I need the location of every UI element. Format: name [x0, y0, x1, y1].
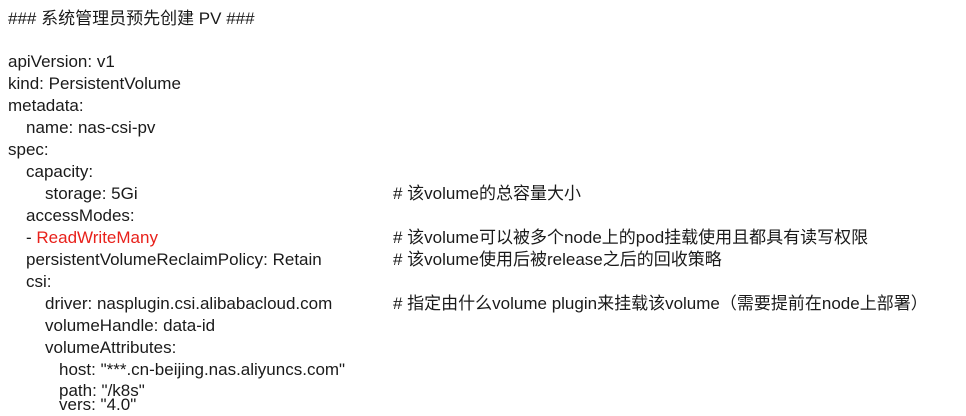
yaml-line-volumeattributes: volumeAttributes: [0, 337, 966, 358]
list-dash: - [26, 228, 37, 247]
yaml-line-kind: kind: PersistentVolume [0, 73, 966, 94]
name-text: name: nas-csi-pv [26, 118, 156, 137]
yaml-line-accessmode-item: - ReadWriteMany # 该volume可以被多个node上的pod挂… [0, 227, 966, 248]
metadata-text: metadata: [8, 96, 84, 115]
volumeattributes-text: volumeAttributes: [45, 338, 177, 357]
yaml-line-driver: driver: nasplugin.csi.alibabacloud.com #… [0, 293, 966, 314]
yaml-line-capacity: capacity: [0, 161, 966, 182]
yaml-line-accessmodes: accessModes: [0, 205, 966, 226]
accessmode-item: - ReadWriteMany [26, 227, 158, 248]
yaml-line-storage: storage: 5Gi # 该volume的总容量大小 [0, 183, 966, 204]
driver-comment: # 指定由什么volume plugin来挂载该volume（需要提前在node… [393, 294, 928, 313]
yaml-line-reclaim-policy: persistentVolumeReclaimPolicy: Retain # … [0, 249, 966, 270]
yaml-line-apiversion: apiVersion: v1 [0, 51, 966, 72]
vers-text: vers: "4.0" [59, 395, 137, 414]
yaml-line-vers: vers: "4.0" [0, 394, 966, 415]
yaml-line-spec: spec: [0, 139, 966, 160]
yaml-line-csi: csi: [0, 271, 966, 292]
storage-comment: # 该volume的总容量大小 [393, 184, 581, 203]
yaml-line-host: host: "***.cn-beijing.nas.aliyuncs.com" [0, 359, 966, 380]
reclaim-policy-comment: # 该volume使用后被release之后的回收策略 [393, 250, 722, 269]
kind-text: kind: PersistentVolume [8, 74, 181, 93]
header-line: ### 系统管理员预先创建 PV ### [0, 8, 966, 29]
section-header: ### 系统管理员预先创建 PV ### [8, 9, 255, 28]
accessmode-comment: # 该volume可以被多个node上的pod挂载使用且都具有读写权限 [393, 228, 869, 247]
spec-text: spec: [8, 140, 49, 159]
volumehandle-text: volumeHandle: data-id [45, 316, 216, 335]
yaml-line-metadata: metadata: [0, 95, 966, 116]
accessmodes-text: accessModes: [26, 206, 135, 225]
reclaim-policy-text: persistentVolumeReclaimPolicy: Retain [26, 250, 322, 269]
host-text: host: "***.cn-beijing.nas.aliyuncs.com" [59, 360, 346, 379]
yaml-document: ### 系统管理员预先创建 PV ### apiVersion: v1 kind… [0, 0, 966, 416]
capacity-text: capacity: [26, 162, 94, 181]
yaml-line-volumehandle: volumeHandle: data-id [0, 315, 966, 336]
apiversion-text: apiVersion: v1 [8, 52, 115, 71]
yaml-line-name: name: nas-csi-pv [0, 117, 966, 138]
storage-text: storage: 5Gi [45, 184, 138, 203]
accessmode-value: ReadWriteMany [36, 228, 158, 247]
csi-text: csi: [26, 272, 52, 291]
driver-text: driver: nasplugin.csi.alibabacloud.com [45, 294, 333, 313]
